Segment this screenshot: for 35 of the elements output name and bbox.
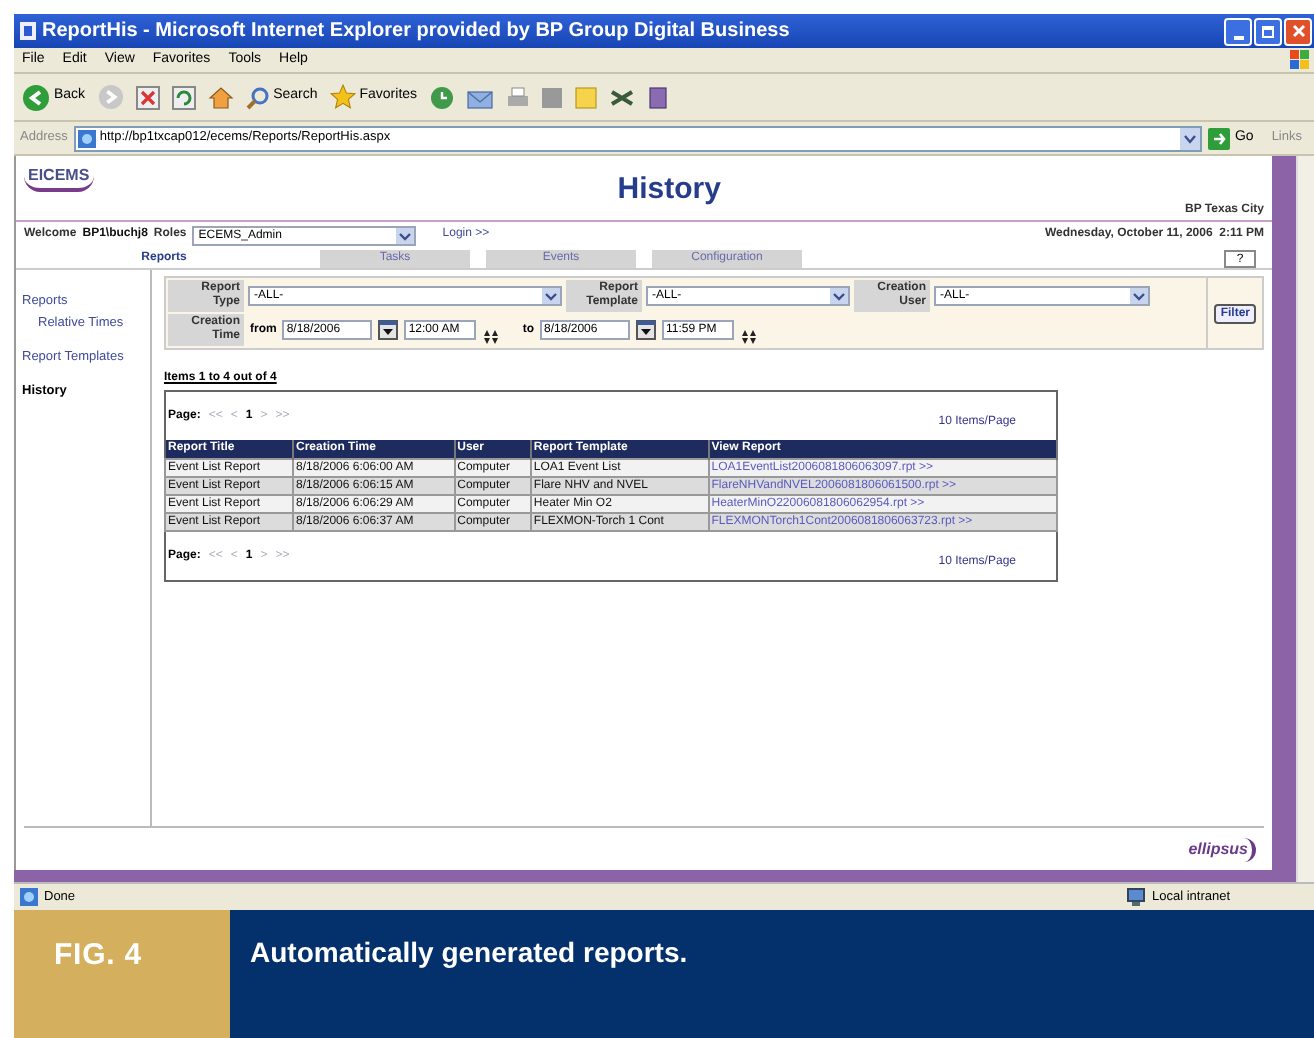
page-title: History	[615, 170, 723, 210]
window-title: ReportHis - Microsoft Internet Explorer provided by BP Group Digital Business	[42, 18, 792, 46]
close-button[interactable]	[1284, 17, 1312, 45]
printer-icon[interactable]	[505, 85, 530, 109]
figure-caption: Automatically generated reports.	[230, 910, 1314, 1038]
stop-icon[interactable]	[135, 85, 160, 109]
history-icon[interactable]	[429, 85, 454, 109]
browser-icon	[20, 22, 36, 40]
dropdown-arrow-icon	[396, 227, 415, 243]
close-icon	[1291, 24, 1305, 38]
scrollbar[interactable]	[1296, 156, 1314, 882]
figure-label: FIG. 4	[14, 910, 230, 1038]
footer-logo: ellipsus	[1188, 837, 1256, 861]
page-icon	[20, 888, 38, 906]
computer-icon	[1126, 888, 1146, 906]
windows-logo-icon	[1290, 50, 1310, 70]
dropdown-arrow-icon	[542, 288, 560, 304]
app-logo: EICEMS	[24, 164, 94, 192]
calendar-dropdown-icon[interactable]	[378, 320, 399, 340]
home-icon[interactable]	[207, 85, 234, 109]
go-arrow-icon	[1208, 127, 1231, 149]
calendar-dropdown-icon[interactable]	[636, 320, 657, 340]
dropdown-arrow-icon	[830, 288, 848, 304]
star-icon	[329, 84, 356, 110]
spinner-icon[interactable]	[482, 328, 501, 346]
minimize-button[interactable]	[1224, 17, 1252, 45]
search-icon	[245, 85, 270, 109]
book-icon[interactable]	[645, 85, 670, 109]
dropdown-arrow-icon	[1130, 288, 1148, 304]
tools-icon[interactable]	[609, 85, 634, 109]
page-icon	[77, 129, 96, 147]
maximize-button[interactable]	[1254, 17, 1282, 45]
mail-icon[interactable]	[465, 85, 494, 109]
refresh-icon[interactable]	[171, 85, 196, 109]
spinner-icon[interactable]	[740, 328, 759, 346]
